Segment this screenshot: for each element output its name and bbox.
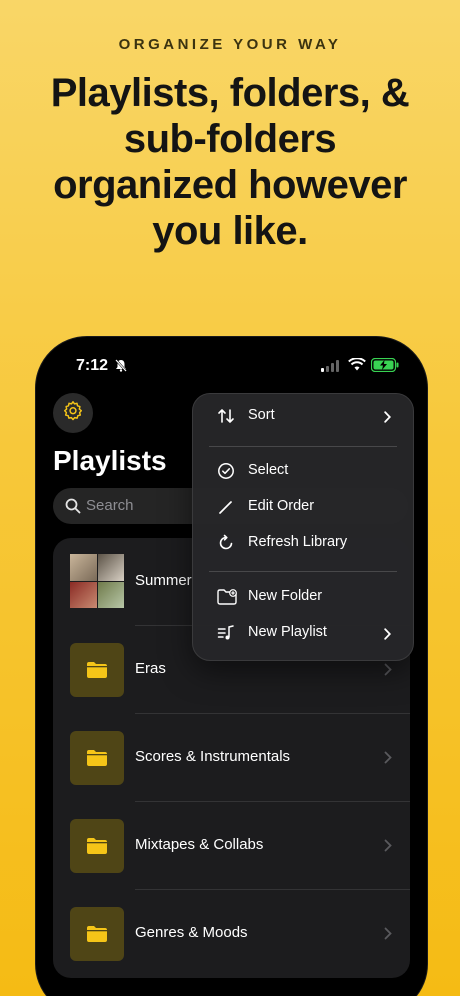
wifi-icon xyxy=(348,357,366,376)
list-item-folder[interactable]: Mixtapes & Collabs xyxy=(53,802,410,890)
context-menu: Sort Select Edit Order Refresh Library N… xyxy=(192,393,414,661)
chevron-right-icon xyxy=(384,839,392,857)
headline-line: sub-folders xyxy=(123,117,337,161)
menu-divider xyxy=(209,446,397,447)
promo-headline: Playlists, folders, & sub-folders organi… xyxy=(20,70,440,254)
list-item-label: Scores & Instrumentals xyxy=(135,748,291,765)
list-item-label: Summer xyxy=(135,572,192,589)
menu-item-edit-order[interactable]: Edit Order xyxy=(193,489,413,525)
menu-item-label: Select xyxy=(248,462,289,478)
page-title: Playlists xyxy=(53,445,167,476)
phone-frame: 7:12 Playlists Search Summer Eras Scores… xyxy=(35,336,428,996)
menu-item-label: Refresh Library xyxy=(248,534,348,550)
battery-charging-icon xyxy=(370,357,399,377)
menu-divider xyxy=(209,571,397,572)
menu-item-select[interactable]: Select xyxy=(193,453,413,489)
menu-item-label: New Folder xyxy=(248,588,323,604)
status-time: 7:12 xyxy=(76,357,109,374)
chevron-right-icon xyxy=(384,751,392,769)
list-item-label: Genres & Moods xyxy=(135,924,248,941)
bell-slash-icon xyxy=(115,359,127,377)
list-item-folder[interactable]: Genres & Moods xyxy=(53,890,410,978)
playlist-artwork xyxy=(70,554,124,608)
cellular-signal-icon xyxy=(321,359,341,377)
sort-icon xyxy=(217,407,235,430)
list-item-label: Mixtapes & Collabs xyxy=(135,836,264,853)
folder-plus-icon xyxy=(217,588,237,611)
folder-icon xyxy=(70,819,124,873)
menu-item-new-folder[interactable]: New Folder xyxy=(193,579,413,615)
folder-icon xyxy=(70,643,124,697)
menu-item-label: New Playlist xyxy=(248,624,327,640)
chevron-right-icon xyxy=(384,410,392,428)
pencil-icon xyxy=(217,498,235,521)
menu-item-refresh-library[interactable]: Refresh Library xyxy=(193,525,413,561)
refresh-icon xyxy=(217,534,235,557)
settings-button[interactable] xyxy=(53,393,93,433)
menu-item-new-playlist[interactable]: New Playlist xyxy=(193,615,413,651)
search-placeholder: Search xyxy=(86,497,134,514)
chevron-right-icon xyxy=(384,663,392,681)
chevron-right-icon xyxy=(384,627,392,645)
folder-icon xyxy=(70,731,124,785)
checkmark-circle-icon xyxy=(217,462,235,485)
chevron-right-icon xyxy=(384,927,392,945)
headline-line: organized however xyxy=(53,163,407,207)
folder-icon xyxy=(70,907,124,961)
gear-icon xyxy=(62,400,84,427)
list-item-label: Eras xyxy=(135,660,166,677)
eyebrow-text: ORGANIZE YOUR WAY xyxy=(118,36,342,53)
list-item-folder[interactable]: Scores & Instrumentals xyxy=(53,714,410,802)
headline-line: Playlists, folders, & xyxy=(50,71,410,115)
menu-item-label: Edit Order xyxy=(248,498,315,514)
menu-item-label: Sort xyxy=(248,407,275,423)
music-list-icon xyxy=(217,624,235,647)
status-bar: 7:12 xyxy=(36,355,427,377)
headline-line: you like. xyxy=(152,209,308,253)
menu-item-sort[interactable]: Sort xyxy=(193,398,413,434)
search-icon xyxy=(65,498,81,519)
